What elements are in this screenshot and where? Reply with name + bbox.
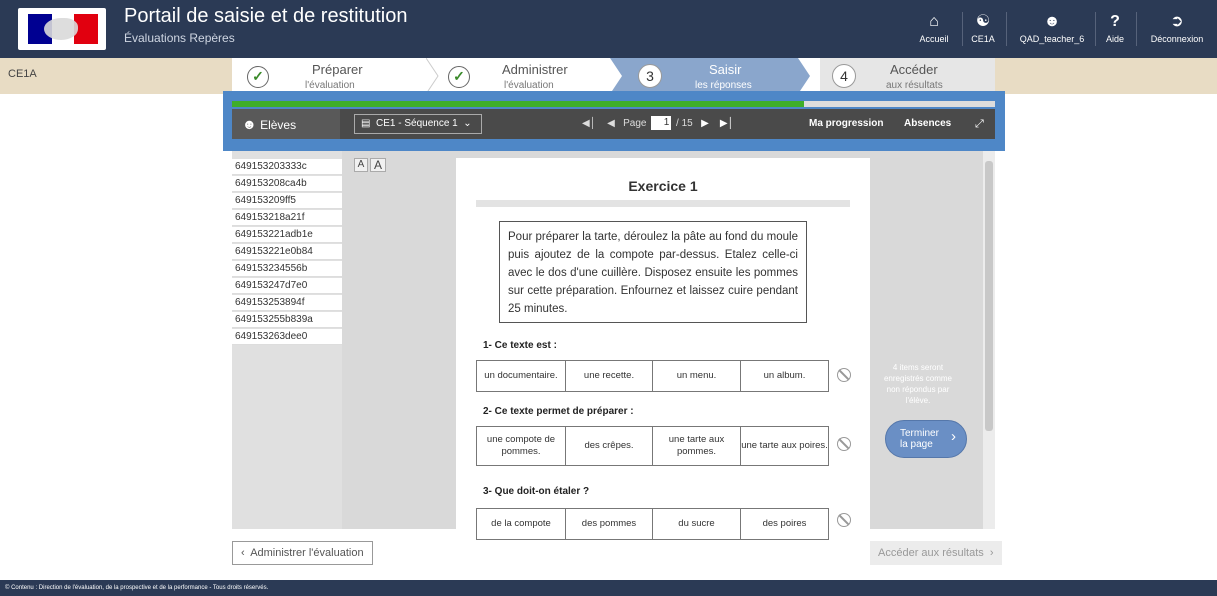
answer-option[interactable]: une tarte aux pommes. bbox=[652, 426, 741, 466]
finish-page-button[interactable]: Terminer la page › bbox=[885, 420, 967, 458]
answer-option[interactable]: un menu. bbox=[652, 360, 741, 392]
absences-button[interactable]: Absences bbox=[904, 109, 951, 139]
exercise-page: Exercice 1 Pour préparer la tarte, dérou… bbox=[456, 158, 870, 540]
students-toggle[interactable]: ☻ Elèves bbox=[232, 109, 340, 139]
font-decrease-button[interactable]: A bbox=[354, 158, 368, 172]
progress-bar bbox=[232, 101, 995, 107]
page-navigator: ◀│ ◀ Page 1 / 15 ▶ ▶│ bbox=[582, 116, 734, 131]
my-progress-button[interactable]: Ma progression bbox=[809, 109, 883, 139]
step-number-4: 4 bbox=[832, 64, 856, 88]
answer-option[interactable]: une compote de pommes. bbox=[476, 426, 566, 466]
no-answer-icon[interactable] bbox=[837, 368, 851, 382]
answer-option[interactable]: de la compote bbox=[476, 508, 566, 540]
list-item[interactable]: 649153255b839a bbox=[232, 312, 342, 328]
list-item[interactable]: 649153234556b bbox=[232, 261, 342, 277]
class-label: CE1A bbox=[8, 68, 37, 80]
step-arrow-icon bbox=[426, 58, 439, 94]
exercise-title: Exercice 1 bbox=[628, 178, 698, 194]
exercise-text: Pour préparer la tarte, déroulez la pâte… bbox=[499, 221, 807, 323]
no-answer-icon[interactable] bbox=[837, 513, 851, 527]
back-administer-button[interactable]: ‹ Administrer l'évaluation bbox=[232, 541, 373, 565]
question-2: 2- Ce texte permet de préparer : bbox=[483, 406, 634, 417]
question-1: 1- Ce texte est : bbox=[483, 340, 557, 351]
nav-class[interactable]: ☯ CE1A bbox=[966, 0, 1000, 58]
step-acceder-title: Accéder bbox=[890, 62, 938, 77]
nav-accueil[interactable]: ⌂ Accueil bbox=[912, 0, 956, 58]
step-number-3: 3 bbox=[638, 64, 662, 88]
list-item[interactable]: 649153208ca4b bbox=[232, 176, 342, 192]
student-icon: ☻ bbox=[242, 116, 257, 132]
expand-icon[interactable]: ⤢ bbox=[975, 109, 984, 139]
student-list: 649153203333c 649153208ca4b 649153209ff5… bbox=[232, 151, 342, 529]
step-acceder-sub: aux résultats bbox=[886, 80, 943, 91]
sequence-select[interactable]: ▤ CE1 - Séquence 1 ⌄ bbox=[354, 114, 482, 134]
logout-icon: ➲ bbox=[1170, 13, 1184, 30]
step-saisir-sub: les réponses bbox=[695, 80, 752, 91]
last-page-icon[interactable]: ▶│ bbox=[720, 118, 734, 129]
answer-option[interactable]: un album. bbox=[740, 360, 829, 392]
app-subtitle: Évaluations Repères bbox=[124, 31, 235, 45]
next-page-icon[interactable]: ▶ bbox=[701, 118, 709, 129]
list-item[interactable]: 649153218a21f bbox=[232, 210, 342, 226]
list-item[interactable]: 649153221adb1e bbox=[232, 227, 342, 243]
list-item[interactable]: 649153253894f bbox=[232, 295, 342, 311]
toolbar: ☻ Elèves ▤ CE1 - Séquence 1 ⌄ ◀│ ◀ Page … bbox=[232, 109, 995, 139]
list-item[interactable]: 649153221e0b84 bbox=[232, 244, 342, 260]
list-item[interactable]: 649153209ff5 bbox=[232, 193, 342, 209]
users-icon: ☯ bbox=[975, 13, 991, 30]
chevron-left-icon: ‹ bbox=[241, 547, 245, 559]
answer-option[interactable]: une recette. bbox=[565, 360, 653, 392]
list-item[interactable]: 649153263dee0 bbox=[232, 329, 342, 345]
divider bbox=[476, 200, 850, 207]
home-icon: ⌂ bbox=[929, 13, 939, 30]
access-results-button[interactable]: Accéder aux résultats › bbox=[870, 541, 1002, 565]
footer: © Contenu : Direction de l'évaluation, d… bbox=[0, 580, 1217, 596]
scrollbar-thumb[interactable] bbox=[985, 161, 993, 431]
user-icon: ☻ bbox=[1043, 13, 1061, 30]
first-page-icon[interactable]: ◀│ bbox=[582, 118, 596, 129]
nav-user[interactable]: ☻ QAD_teacher_6 bbox=[1014, 0, 1090, 58]
prev-page-icon[interactable]: ◀ bbox=[607, 118, 615, 129]
no-answer-icon[interactable] bbox=[837, 437, 851, 451]
question-3: 3- Que doit-on étaler ? bbox=[483, 486, 590, 497]
font-increase-button[interactable]: A bbox=[370, 158, 386, 172]
app-title: Portail de saisie et de restitution bbox=[124, 5, 408, 27]
app-header: Portail de saisie et de restitution Éval… bbox=[0, 0, 1217, 58]
answer-option[interactable]: une tarte aux poires. bbox=[740, 426, 829, 466]
chevron-down-icon: ⌄ bbox=[463, 118, 472, 129]
nav-logout[interactable]: ➲ Déconnexion bbox=[1144, 0, 1210, 58]
republique-francaise-logo bbox=[18, 8, 106, 50]
step-preparer[interactable]: ✓ Préparer l'évaluation bbox=[232, 58, 428, 94]
step-administrer[interactable]: ✓ Administrer l'évaluation bbox=[440, 58, 610, 94]
help-icon: ? bbox=[1110, 13, 1120, 30]
answer-option[interactable]: un documentaire. bbox=[476, 360, 566, 392]
progress-fill bbox=[232, 101, 805, 107]
step-saisir-title: Saisir bbox=[709, 62, 742, 77]
nav-help[interactable]: ? Aide bbox=[1100, 0, 1130, 58]
answer-option[interactable]: du sucre bbox=[652, 508, 741, 540]
list-item[interactable]: 649153247d7e0 bbox=[232, 278, 342, 294]
document-icon: ▤ bbox=[361, 118, 371, 129]
answer-option[interactable]: des crêpes. bbox=[565, 426, 653, 466]
chevron-right-icon: › bbox=[951, 428, 956, 445]
unanswered-info: 4 items seront enregistrés comme non rép… bbox=[883, 363, 953, 405]
check-icon: ✓ bbox=[247, 66, 269, 88]
answer-option[interactable]: des poires bbox=[740, 508, 829, 540]
page-input[interactable]: 1 bbox=[651, 116, 672, 131]
chevron-right-icon: › bbox=[989, 547, 994, 559]
list-item[interactable]: 649153203333c bbox=[232, 159, 342, 175]
scrollbar[interactable] bbox=[983, 151, 995, 529]
check-icon: ✓ bbox=[448, 66, 470, 88]
answer-option[interactable]: des pommes bbox=[565, 508, 653, 540]
